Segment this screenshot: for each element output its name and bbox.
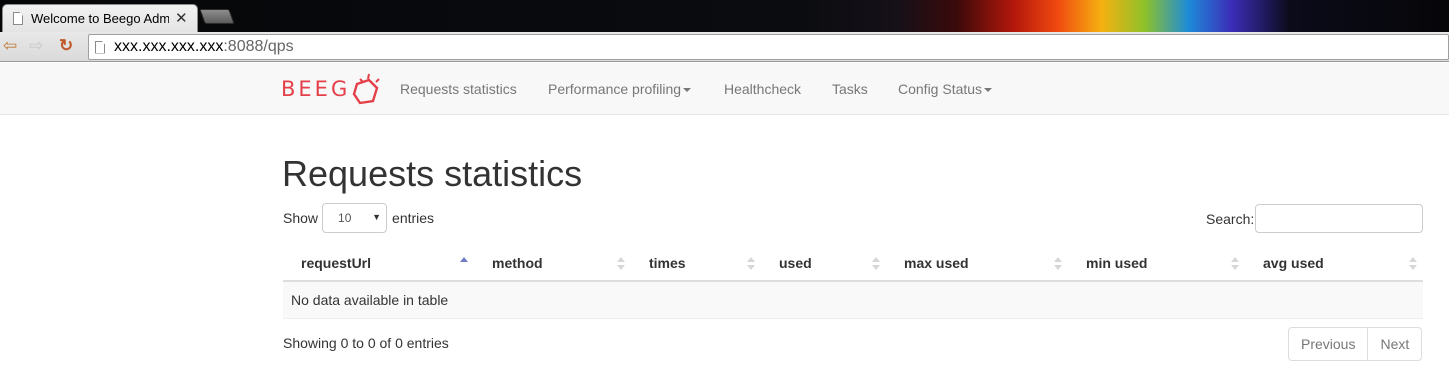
nav-label: Healthcheck — [724, 81, 802, 97]
nav-requests-statistics[interactable]: Requests statistics — [400, 63, 517, 115]
requests-table: requestUrl method times used max used mi… — [283, 245, 1423, 319]
url-host: xxx.xxx.xxx.xxx — [114, 38, 224, 55]
new-tab-button[interactable] — [199, 9, 235, 24]
beego-hexagon-icon — [352, 73, 380, 105]
column-header-times[interactable]: times — [649, 245, 686, 282]
sort-both-icon[interactable] — [1054, 245, 1064, 282]
nav-config-status[interactable]: Config Status — [898, 63, 993, 115]
sort-both-icon[interactable] — [1231, 245, 1241, 282]
column-header-used[interactable]: used — [779, 245, 812, 282]
sort-both-icon[interactable] — [747, 245, 757, 282]
table-header: requestUrl method times used max used mi… — [283, 245, 1423, 282]
nav-label: Performance profiling — [548, 81, 682, 97]
sort-both-icon[interactable] — [1409, 245, 1419, 282]
table-search: Search: — [1206, 204, 1424, 233]
search-input[interactable] — [1255, 204, 1424, 233]
search-label: Search: — [1206, 210, 1255, 227]
pagination: Previous Next — [1288, 327, 1423, 361]
sort-both-icon[interactable] — [617, 245, 627, 282]
brand-text: BEEG — [281, 77, 351, 101]
previous-page-button[interactable]: Previous — [1288, 327, 1369, 361]
top-navbar: BEEG Requests statistics Performance pro… — [0, 63, 1449, 115]
column-header-method[interactable]: method — [492, 245, 543, 282]
nav-healthcheck[interactable]: Healthcheck — [724, 63, 801, 115]
column-header-avg-used[interactable]: avg used — [1263, 245, 1324, 282]
table-info: Showing 0 to 0 of 0 entries — [283, 335, 449, 351]
length-prefix: Show — [283, 210, 319, 226]
page-icon — [95, 40, 105, 54]
column-header-min-used[interactable]: min used — [1086, 245, 1147, 282]
sort-both-icon[interactable] — [872, 245, 882, 282]
nav-label: Config Status — [898, 81, 983, 97]
tab-title: Welcome to Beego Admin — [31, 11, 169, 26]
table-row: No data available in table — [283, 282, 1423, 319]
browser-tab[interactable]: Welcome to Beego Admin ✕ — [2, 4, 198, 32]
brand-logo[interactable]: BEEG — [281, 69, 382, 109]
url-path: :8088/qps — [223, 38, 294, 55]
back-arrow-icon[interactable]: ⇦ — [3, 36, 17, 56]
empty-table-message: No data available in table — [291, 292, 449, 308]
entries-select[interactable]: 10 ▼ — [322, 203, 388, 233]
forward-arrow-icon[interactable]: ⇨ — [29, 36, 43, 56]
entries-select-value: 10 — [338, 211, 352, 225]
sort-ascending-icon[interactable] — [460, 245, 470, 282]
dropdown-arrow-icon: ▼ — [372, 212, 382, 222]
length-suffix: entries — [392, 210, 435, 226]
page-icon — [13, 12, 23, 25]
nav-tasks[interactable]: Tasks — [832, 63, 868, 115]
next-page-button[interactable]: Next — [1368, 327, 1423, 361]
nav-label: Requests statistics — [400, 81, 517, 97]
close-tab-icon[interactable]: ✕ — [175, 11, 188, 26]
address-bar[interactable]: xxx.xxx.xxx.xxx:8088/qps — [88, 34, 1449, 60]
page-title: Requests statistics — [282, 153, 583, 194]
column-header-requesturl[interactable]: requestUrl — [301, 245, 371, 282]
nav-performance-profiling[interactable]: Performance profiling — [548, 63, 692, 115]
nav-label: Tasks — [832, 81, 868, 97]
reload-icon[interactable]: ↻ — [59, 36, 73, 56]
caret-down-icon — [683, 88, 692, 93]
entries-length-control: Show 10 ▼ entries — [283, 203, 434, 233]
caret-down-icon — [984, 88, 993, 93]
browser-tab-strip: Welcome to Beego Admin ✕ — [0, 0, 1449, 32]
column-header-max-used[interactable]: max used — [904, 245, 969, 282]
